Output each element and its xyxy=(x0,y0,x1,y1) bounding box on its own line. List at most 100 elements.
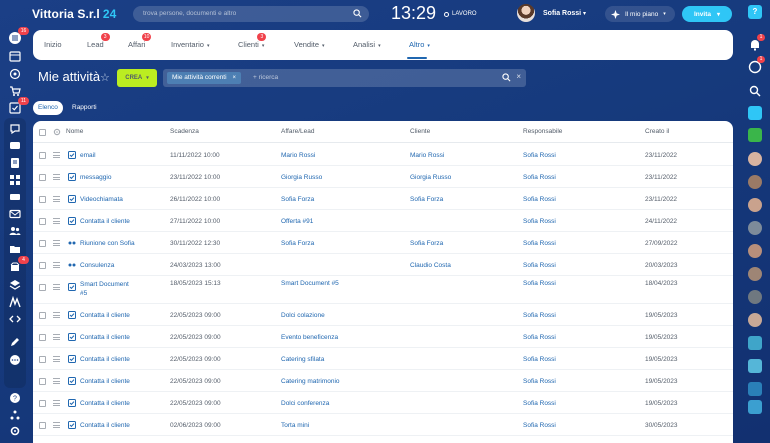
document-icon[interactable] xyxy=(9,157,21,169)
client-link[interactable]: Sofia Forza xyxy=(410,196,443,203)
crm-icon[interactable] xyxy=(9,123,21,135)
table-row[interactable]: Contatta il cliente 22/05/2023 09:00 Event… xyxy=(33,326,733,348)
owner-link[interactable]: Sofia Rossi xyxy=(523,174,556,181)
deal-link[interactable]: Giorgia Russo xyxy=(281,174,322,181)
work-status[interactable]: LAVORO xyxy=(444,11,477,17)
table-row[interactable]: Consulenza 24/03/2023 13:00 Claudio Costa S… xyxy=(33,254,733,276)
group-chat-icon[interactable] xyxy=(748,382,762,396)
search-icon[interactable] xyxy=(353,9,362,18)
row-checkbox[interactable] xyxy=(39,284,46,291)
row-menu-icon[interactable] xyxy=(53,174,60,180)
owner-link[interactable]: Sofia Rossi xyxy=(523,400,556,407)
owner-link[interactable]: Sofia Rossi xyxy=(523,240,556,247)
drive-icon[interactable]: 4 xyxy=(9,256,29,273)
activity-name[interactable]: Consulenza xyxy=(80,262,114,269)
activity-name[interactable]: Contatta il cliente xyxy=(80,312,130,319)
row-checkbox[interactable] xyxy=(39,356,46,363)
select-all-checkbox[interactable] xyxy=(39,129,46,136)
row-menu-icon[interactable] xyxy=(53,262,60,268)
star-icon[interactable]: ☆ xyxy=(100,71,110,84)
tab-vendite[interactable]: Vendite ▾ xyxy=(294,40,325,49)
mail-icon[interactable] xyxy=(9,208,21,220)
row-menu-icon[interactable] xyxy=(53,400,60,406)
cart-icon[interactable] xyxy=(9,85,21,97)
clock[interactable]: 13:29 xyxy=(391,3,436,24)
client-link[interactable]: Claudio Costa xyxy=(410,262,451,269)
deal-link[interactable]: Evento beneficenza xyxy=(281,334,338,341)
global-search-input[interactable]: trova persone, documenti e altro xyxy=(133,6,369,22)
row-checkbox[interactable] xyxy=(39,218,46,225)
tab-inventario[interactable]: Inventario ▾ xyxy=(171,40,209,49)
tasks-icon[interactable]: 11 xyxy=(9,97,29,114)
activity-name[interactable]: Riunione con Sofia xyxy=(80,240,135,247)
contact-avatar[interactable] xyxy=(748,290,762,304)
chevron-down-icon[interactable]: ▾ xyxy=(583,10,586,17)
contact-avatar[interactable] xyxy=(748,198,762,212)
messenger-icon[interactable] xyxy=(748,106,762,120)
client-link[interactable]: Mario Rossi xyxy=(410,152,444,159)
more-icon[interactable] xyxy=(9,354,21,366)
close-icon[interactable]: × xyxy=(516,72,521,81)
row-checkbox[interactable] xyxy=(39,378,46,385)
row-menu-icon[interactable] xyxy=(53,334,60,340)
deal-link[interactable]: Catering matrimonio xyxy=(281,378,340,385)
row-menu-icon[interactable] xyxy=(53,356,60,362)
sitemap-icon[interactable] xyxy=(9,409,21,421)
deal-link[interactable]: Sofia Forza xyxy=(281,240,314,247)
row-checkbox[interactable] xyxy=(39,196,46,203)
column-header[interactable]: Responsabile xyxy=(523,128,562,135)
settings-icon[interactable] xyxy=(9,425,21,437)
activity-name[interactable]: Videochiamata xyxy=(80,196,123,203)
row-checkbox[interactable] xyxy=(39,422,46,429)
filter-search-input[interactable]: Mie attività correnti × + ricerca × xyxy=(163,69,526,87)
activity-name[interactable]: email xyxy=(80,152,96,159)
help-icon[interactable]: ? xyxy=(9,392,21,404)
avatar[interactable] xyxy=(517,4,535,22)
deal-link[interactable]: Catering sfilata xyxy=(281,356,324,363)
owner-link[interactable]: Sofia Rossi xyxy=(523,152,556,159)
table-row[interactable]: Smart Document #5 18/05/2023 15:13 Smart Do… xyxy=(33,276,733,304)
search-icon[interactable] xyxy=(748,84,762,98)
deal-link[interactable]: Smart Document #5 xyxy=(281,280,339,287)
row-menu-icon[interactable] xyxy=(53,218,60,224)
owner-link[interactable]: Sofia Rossi xyxy=(523,378,556,385)
column-header[interactable]: Affare/Lead xyxy=(281,128,315,135)
owner-link[interactable]: Sofia Rossi xyxy=(523,356,556,363)
group-chat-icon[interactable] xyxy=(748,336,762,350)
table-row[interactable]: Contatta il cliente 22/05/2023 09:00 Cater… xyxy=(33,348,733,370)
table-row[interactable]: Contatta il cliente 22/05/2023 09:00 Dolci… xyxy=(33,392,733,414)
deal-link[interactable]: Offerta #91 xyxy=(281,218,313,225)
contact-avatar[interactable] xyxy=(748,152,762,166)
column-header[interactable]: Scadenza xyxy=(170,128,199,135)
contact-avatar[interactable] xyxy=(748,267,762,281)
brand-logo[interactable]: Vittoria S.r.l 24 xyxy=(32,7,116,21)
filter-chip[interactable]: Mie attività correnti × xyxy=(167,72,242,84)
row-menu-icon[interactable] xyxy=(53,378,60,384)
deal-link[interactable]: Dolci colazione xyxy=(281,312,325,319)
client-link[interactable]: Sofia Forza xyxy=(410,240,443,247)
table-row[interactable]: Contatta il cliente 27/11/2022 10:00 Offer… xyxy=(33,210,733,232)
row-checkbox[interactable] xyxy=(39,400,46,407)
owner-link[interactable]: Sofia Rossi xyxy=(523,422,556,429)
activity-name[interactable]: Contatta il cliente xyxy=(80,422,130,429)
activity-name[interactable]: messaggio xyxy=(80,174,111,181)
chat-bubble-icon[interactable]: 1 xyxy=(748,56,765,74)
row-checkbox[interactable] xyxy=(39,312,46,319)
user-name[interactable]: Sofia Rossi xyxy=(543,10,581,17)
activity-name[interactable]: Contatta il cliente xyxy=(80,400,130,407)
deal-link[interactable]: Mario Rossi xyxy=(281,152,315,159)
table-row[interactable]: messaggio 23/11/2022 10:00 Giorgia Russo Gi… xyxy=(33,166,733,188)
create-button[interactable]: CREA ▾ xyxy=(117,69,157,87)
row-menu-icon[interactable] xyxy=(53,312,60,318)
row-checkbox[interactable] xyxy=(39,262,46,269)
row-checkbox[interactable] xyxy=(39,240,46,247)
row-menu-icon[interactable] xyxy=(53,240,60,246)
group-chat-icon[interactable] xyxy=(748,128,762,142)
activity-name[interactable]: Contatta il cliente xyxy=(80,356,130,363)
tab-analisi[interactable]: Analisi ▾ xyxy=(353,40,381,49)
calendar-icon[interactable] xyxy=(9,50,21,62)
view-reports-button[interactable]: Rapporti xyxy=(67,101,102,115)
chat-icon[interactable] xyxy=(9,140,21,152)
row-menu-icon[interactable] xyxy=(53,422,60,428)
search-icon[interactable] xyxy=(502,73,511,82)
